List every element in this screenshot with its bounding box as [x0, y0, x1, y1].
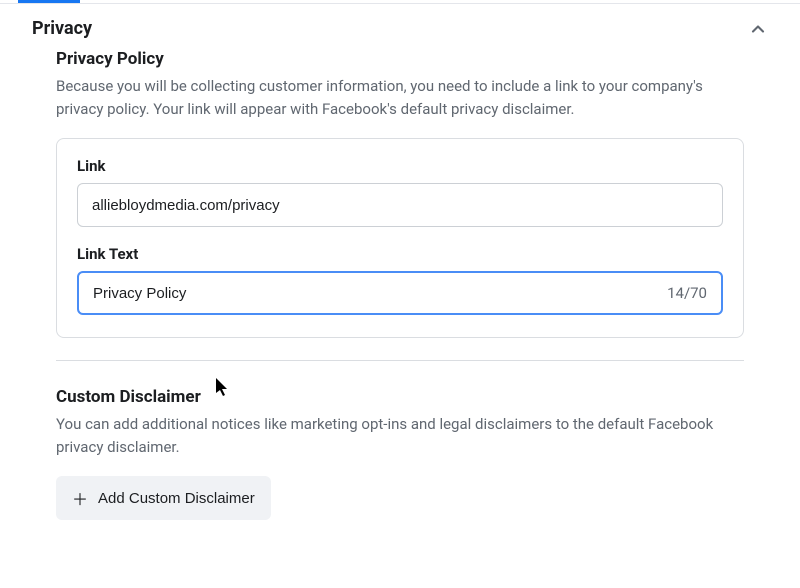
link-label: Link	[77, 157, 723, 175]
divider	[56, 360, 744, 361]
char-counter: 14/70	[667, 284, 707, 302]
active-tab-indicator	[18, 0, 80, 3]
custom-disclaimer-description: You can add additional notices like mark…	[56, 413, 744, 458]
section-title: Privacy	[32, 18, 92, 39]
link-text-input[interactable]	[93, 273, 657, 313]
add-button-label: Add Custom Disclaimer	[98, 490, 255, 507]
privacy-section-header[interactable]: Privacy	[0, 4, 800, 49]
plus-icon: ＋	[72, 486, 88, 510]
tab-strip	[0, 0, 800, 4]
link-input[interactable]	[77, 183, 723, 227]
link-text-label: Link Text	[77, 245, 723, 263]
chevron-up-icon	[748, 19, 768, 39]
link-text-input-wrapper[interactable]: 14/70	[77, 271, 723, 315]
privacy-policy-heading: Privacy Policy	[56, 49, 744, 69]
privacy-policy-card: Link Link Text 14/70	[56, 138, 744, 338]
add-custom-disclaimer-button[interactable]: ＋ Add Custom Disclaimer	[56, 476, 271, 520]
privacy-policy-description: Because you will be collecting customer …	[56, 75, 744, 120]
custom-disclaimer-heading: Custom Disclaimer	[56, 387, 744, 407]
